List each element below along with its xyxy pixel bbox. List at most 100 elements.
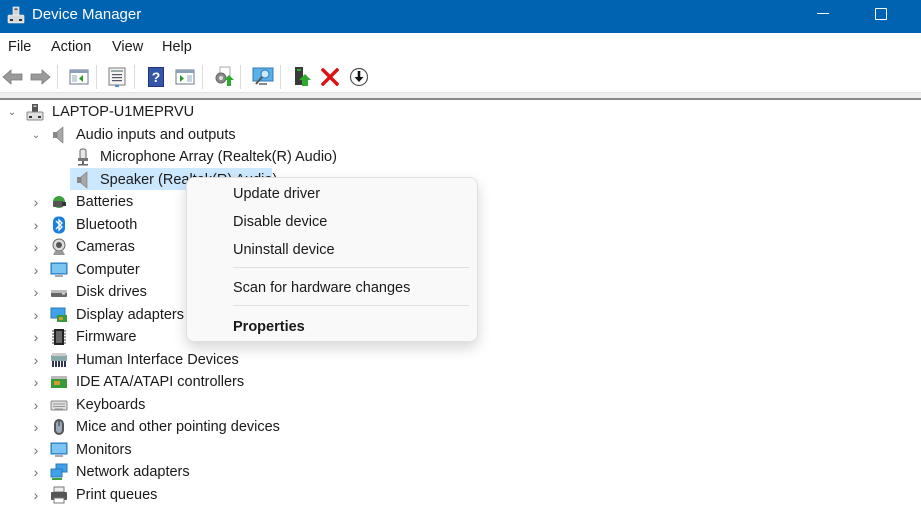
chevron-right-icon[interactable]: › [30, 484, 42, 505]
arrow-right-icon [30, 69, 51, 85]
tree-node-mice-and-other-pointing-devices[interactable]: › Mice and other pointing devices [0, 416, 400, 438]
chevron-right-icon[interactable]: › [30, 304, 42, 326]
chevron-down-icon[interactable]: ⌄ [6, 101, 18, 123]
device-manager-icon [7, 6, 25, 24]
monitor-icon [50, 262, 68, 277]
chevron-right-icon[interactable]: › [30, 214, 42, 236]
disable-down-arrow-icon [349, 67, 369, 87]
menu-view[interactable]: View [112, 39, 143, 55]
chevron-right-icon[interactable]: › [30, 439, 42, 461]
chevron-right-icon[interactable]: › [30, 394, 42, 416]
network-icon [50, 463, 68, 480]
menu-item-label: Update driver [233, 186, 321, 202]
menu-file[interactable]: File [8, 39, 31, 55]
arrow-left-icon [2, 69, 23, 85]
chevron-right-icon[interactable]: › [30, 259, 42, 281]
show-hide-console-tree-button[interactable] [67, 65, 91, 89]
tree-node-network-adapters[interactable]: › Network adapters [0, 461, 400, 483]
chevron-right-icon[interactable]: › [30, 281, 42, 303]
add-legacy-hardware-button[interactable] [290, 65, 314, 89]
uninstall-device-button[interactable] [318, 65, 342, 89]
battery-icon [53, 196, 66, 208]
menu-item-label: Uninstall device [233, 242, 335, 258]
chevron-right-icon[interactable]: › [30, 461, 42, 483]
show-action-pane-button[interactable] [173, 65, 197, 89]
menu-action[interactable]: Action [51, 39, 91, 55]
tree-node-audio-inputs-and-outputs[interactable]: ⌄ Audio inputs and outputs [0, 124, 400, 146]
tree-node-label: Disk drives [76, 284, 147, 300]
tree-node-label: Microphone Array (Realtek(R) Audio) [100, 149, 337, 165]
tree-node-human-interface-devices[interactable]: › Human Interface Devices [0, 349, 400, 371]
chevron-right-icon[interactable]: › [30, 371, 42, 393]
chevron-right-icon[interactable]: › [30, 416, 42, 438]
context-menu-scan-for-hardware-changes[interactable]: Scan for hardware changes [191, 275, 475, 303]
minimize-icon [817, 13, 829, 14]
display-adapter-icon [50, 307, 67, 322]
scan-hardware-button[interactable] [251, 65, 275, 89]
help-button[interactable]: ? [144, 65, 168, 89]
speaker-icon [53, 126, 64, 144]
keyboard-icon [50, 400, 68, 410]
tree-node-label: Mice and other pointing devices [76, 419, 280, 435]
add-hardware-icon [295, 67, 311, 86]
tree-node-label: Firmware [76, 329, 137, 345]
chevron-right-icon[interactable]: › [30, 191, 42, 213]
chevron-down-icon[interactable]: ⌄ [30, 124, 42, 146]
console-tree-icon [69, 69, 89, 85]
tree-node-microphone-array[interactable]: Microphone Array (Realtek(R) Audio) [0, 146, 400, 168]
disable-device-button[interactable] [347, 65, 371, 89]
update-driver-icon [215, 66, 234, 86]
menu-item-label: Scan for hardware changes [233, 280, 411, 296]
tree-node-label: Cameras [76, 239, 135, 255]
tree-node-label: Monitors [76, 441, 132, 458]
menu-help[interactable]: Help [162, 39, 192, 55]
help-icon: ? [148, 67, 164, 87]
tree-node-label: Network adapters [76, 464, 190, 480]
chevron-right-icon[interactable]: › [30, 236, 42, 258]
chevron-right-icon[interactable]: › [30, 326, 42, 348]
toolbar-separator [134, 65, 135, 89]
toolbar: ? [0, 61, 921, 93]
tree-node-label: Human Interface Devices [76, 351, 239, 368]
tree-node-keyboards[interactable]: › Keyboards [0, 394, 400, 416]
tree-node-monitors[interactable]: › Monitors [0, 439, 400, 461]
tree-node-ide-ata-atapi-controllers[interactable]: › IDE ATA/ATAPI controllers [0, 371, 400, 393]
minimize-button[interactable] [800, 0, 846, 33]
menu-item-label: Properties [233, 319, 305, 335]
tree-node-label: Display adapters [76, 306, 184, 323]
chevron-right-icon[interactable]: › [30, 349, 42, 371]
menu-separator [233, 267, 469, 268]
context-menu-properties[interactable]: Properties [191, 314, 475, 342]
toolbar-separator [240, 65, 241, 89]
scan-hardware-icon [252, 67, 274, 85]
maximize-icon [875, 8, 887, 20]
monitor-icon [50, 442, 68, 457]
toolbar-separator [96, 65, 97, 89]
context-menu-update-driver[interactable]: Update driver [191, 181, 475, 209]
chip-icon [52, 329, 66, 345]
forward-button[interactable] [28, 65, 52, 89]
properties-sheet-icon [108, 67, 126, 87]
toolbar-separator [202, 65, 203, 89]
title-bar: Device Manager [0, 0, 921, 33]
context-menu-uninstall-device[interactable]: Uninstall device [191, 237, 475, 265]
uninstall-x-icon [321, 68, 339, 86]
printer-icon [51, 486, 67, 503]
maximize-button[interactable] [858, 0, 904, 33]
update-driver-button[interactable] [212, 65, 236, 89]
camera-icon [52, 238, 66, 255]
tree-node-label: IDE ATA/ATAPI controllers [76, 374, 245, 390]
back-button[interactable] [1, 65, 25, 89]
tree-node-label: LAPTOP-U1MEPRVU [52, 104, 195, 120]
tree-node-print-queues[interactable]: › Print queues [0, 484, 400, 505]
properties-button[interactable] [105, 65, 129, 89]
context-menu-disable-device[interactable]: Disable device [191, 209, 475, 237]
window-title: Device Manager [32, 6, 142, 23]
hid-icon [51, 352, 67, 367]
computer-tower-icon [26, 104, 44, 121]
microphone-icon [78, 148, 88, 166]
context-menu: Update driver Disable device Uninstall d… [186, 177, 478, 342]
tree-node-label: Batteries [76, 194, 134, 210]
tree-node-root[interactable]: ⌄ LAPTOP-U1MEPRVU [0, 101, 400, 123]
toolbar-separator [280, 65, 281, 89]
